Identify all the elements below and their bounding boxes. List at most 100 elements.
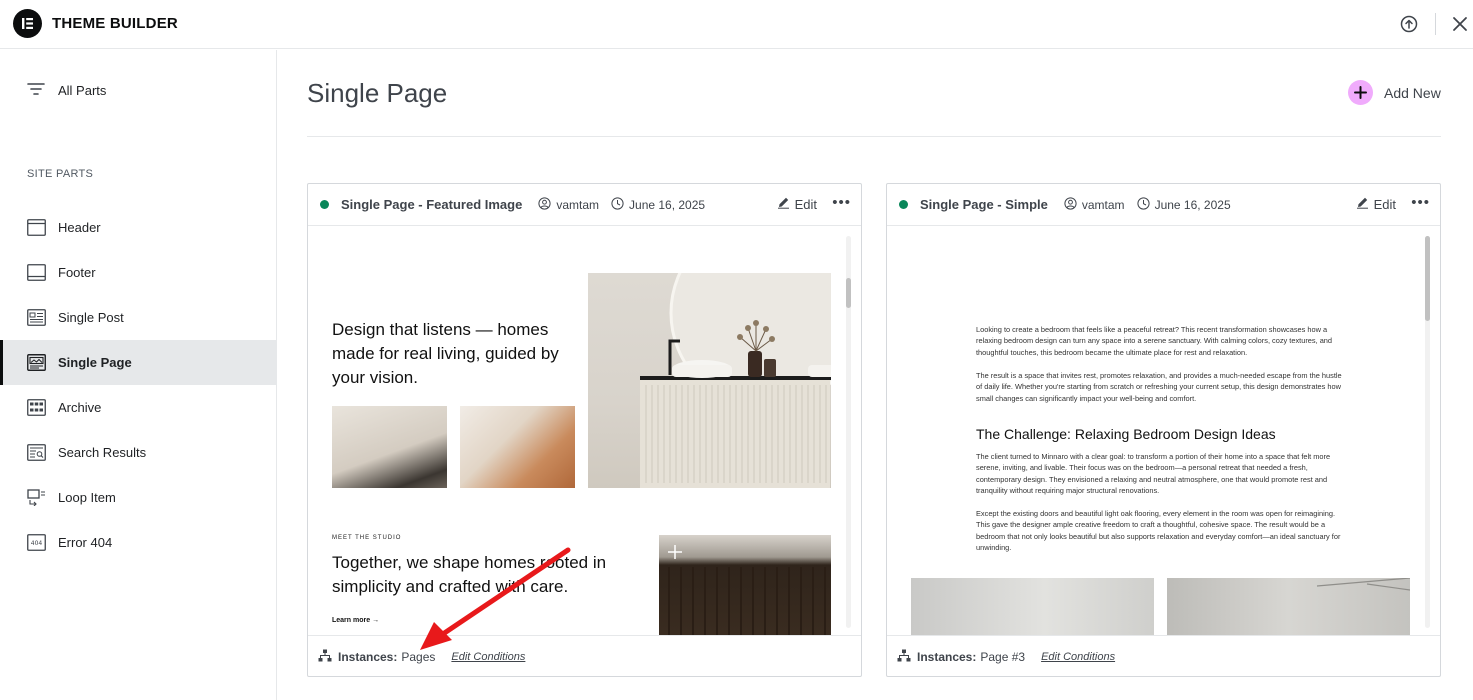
pencil-icon [777, 196, 790, 212]
add-new-button[interactable]: Add New [1348, 80, 1441, 105]
close-icon[interactable] [1450, 14, 1470, 34]
edit-label: Edit [794, 196, 817, 212]
author-name: vamtam [556, 197, 600, 212]
card-title: Single Page - Featured Image [341, 197, 523, 212]
pencil-icon [1356, 196, 1369, 212]
add-new-label: Add New [1384, 84, 1441, 101]
preview-paragraph-2: The result is a space that invites rest,… [976, 371, 1342, 403]
single-page-icon [27, 354, 46, 371]
instances-value: Page #3 [980, 649, 1026, 664]
edit-button[interactable]: Edit [777, 196, 817, 212]
more-options-icon[interactable]: ••• [1411, 194, 1430, 211]
card-header: Single Page - Featured Image vamtam June… [308, 184, 861, 226]
author-name: vamtam [1081, 197, 1125, 212]
site-parts-nav: Header Footer Single Post Single Page Ar… [0, 205, 276, 565]
svg-text:404: 404 [31, 540, 43, 547]
template-card-featured-image: Single Page - Featured Image vamtam June… [307, 183, 862, 677]
sidebar-item-label: Single Page [58, 355, 132, 370]
card-header: Single Page - Simple vamtam June 16, 202… [887, 184, 1440, 226]
preview-image-1 [911, 578, 1154, 635]
header-divider [1435, 13, 1436, 35]
sidebar-item-single-post[interactable]: Single Post [0, 295, 276, 340]
sidebar-item-label: Single Post [58, 310, 124, 325]
preview-learn-more: Learn more → [332, 617, 380, 624]
footer-icon [27, 264, 46, 281]
instances-label: Instances: [338, 649, 398, 664]
sidebar-item-label: Error 404 [58, 535, 113, 550]
template-preview[interactable]: Looking to create a bedroom that feels l… [887, 226, 1440, 635]
clock-icon [1136, 196, 1150, 213]
author-meta: vamtam [538, 196, 600, 213]
preview-image-staircase [460, 406, 575, 488]
hierarchy-icon [318, 649, 332, 665]
preview-image-wood-panel [659, 535, 831, 635]
edit-label: Edit [1373, 196, 1396, 212]
status-active-indicator [899, 200, 908, 209]
modified-date: June 16, 2025 [1154, 197, 1231, 212]
hierarchy-icon [897, 649, 911, 665]
filter-icon [27, 82, 45, 99]
all-parts-link[interactable]: All Parts [27, 82, 106, 99]
archive-icon [27, 399, 46, 416]
preview-heading-2: Together, we shape homes rooted in simpl… [332, 553, 607, 596]
more-options-icon[interactable]: ••• [832, 194, 851, 211]
loop-item-icon [27, 489, 46, 507]
elementor-logo-icon [13, 9, 42, 38]
preview-scrollbar[interactable] [1425, 236, 1430, 628]
sidebar-item-single-page[interactable]: Single Page [0, 340, 276, 385]
info-icon[interactable] [1399, 14, 1419, 34]
preview-heading: The Challenge: Relaxing Bedroom Design I… [976, 426, 1276, 442]
sidebar: All Parts SITE PARTS Header Footer Singl… [0, 50, 277, 700]
preview-paragraph-3: The client turned to Minnaro with a clea… [976, 452, 1331, 495]
scrollbar-thumb[interactable] [846, 278, 851, 308]
date-meta: June 16, 2025 [611, 196, 706, 213]
sidebar-item-label: Archive [58, 400, 102, 415]
page-title: Single Page [307, 78, 448, 108]
single-post-icon [27, 309, 46, 326]
user-icon [538, 196, 551, 213]
all-parts-label: All Parts [58, 83, 107, 98]
edit-conditions-link[interactable]: Edit Conditions [1041, 651, 1115, 663]
clock-icon [611, 196, 624, 213]
sidebar-item-error-404[interactable]: 404 Error 404 [0, 520, 276, 565]
author-meta: vamtam [1064, 196, 1125, 213]
template-preview[interactable]: Design that listens — homes made for rea… [308, 226, 861, 635]
preview-kicker: MEET THE STUDIO [332, 535, 402, 541]
card-title: Single Page - Simple [920, 197, 1048, 212]
card-footer: Instances: Page #3 Edit Conditions [887, 635, 1440, 677]
sidebar-item-label: Footer [58, 265, 96, 280]
date-meta: June 16, 2025 [1136, 196, 1231, 213]
modified-date: June 16, 2025 [629, 197, 706, 212]
sidebar-item-label: Loop Item [58, 490, 116, 505]
sidebar-item-label: Header [58, 220, 101, 235]
preview-image-bathroom [588, 273, 831, 488]
sidebar-item-search-results[interactable]: Search Results [0, 430, 276, 475]
title-divider [307, 136, 1441, 137]
preview-image-2 [1167, 577, 1411, 635]
top-bar: THEME BUILDER [0, 0, 1473, 49]
preview-scrollbar[interactable] [846, 236, 851, 628]
preview-paragraph-1: Looking to create a bedroom that feels l… [976, 325, 1333, 357]
user-icon [1064, 196, 1077, 213]
instances-label: Instances: [917, 649, 977, 664]
sidebar-item-label: Search Results [58, 445, 147, 460]
scrollbar-thumb[interactable] [1425, 236, 1430, 321]
sidebar-item-loop-item[interactable]: Loop Item [0, 475, 276, 520]
sidebar-item-footer[interactable]: Footer [0, 250, 276, 295]
search-results-icon [27, 444, 46, 461]
template-card-simple: Single Page - Simple vamtam June 16, 202… [886, 183, 1441, 677]
header-icon [27, 219, 46, 236]
site-parts-heading: SITE PARTS [27, 168, 94, 180]
instances-value: Pages [401, 649, 436, 664]
status-active-indicator [320, 200, 329, 209]
sidebar-item-header[interactable]: Header [0, 205, 276, 250]
sidebar-item-archive[interactable]: Archive [0, 385, 276, 430]
preview-heading: Design that listens — homes made for rea… [332, 320, 559, 387]
app-title: THEME BUILDER [52, 15, 178, 32]
edit-conditions-link[interactable]: Edit Conditions [451, 651, 525, 663]
card-footer: Instances: Pages Edit Conditions [308, 635, 861, 677]
preview-paragraph-4: Except the existing doors and beautiful … [976, 509, 1341, 552]
error-404-icon: 404 [27, 534, 46, 551]
plus-icon [1348, 80, 1373, 105]
edit-button[interactable]: Edit [1356, 196, 1396, 212]
